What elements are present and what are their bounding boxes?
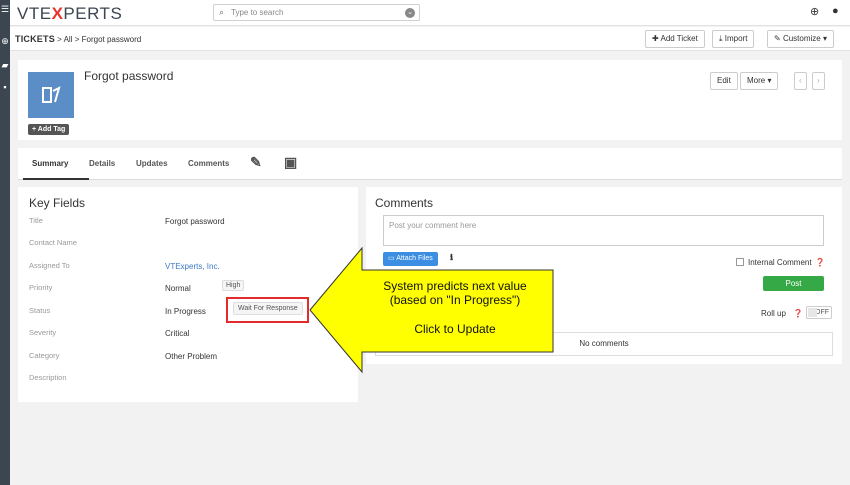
annotation-line2: (based on "In Progress") xyxy=(389,293,521,307)
field-value-severity[interactable]: Critical xyxy=(165,329,189,338)
add-circle-icon[interactable]: ⊕ xyxy=(810,5,819,18)
global-search[interactable]: ⌕ Type to search ⌄ xyxy=(213,4,420,21)
field-row-title: Title Forgot password xyxy=(29,216,225,226)
left-rail: ☰ ⊕ ▰ ▪ xyxy=(0,0,10,485)
caret-down-icon: ▾ xyxy=(765,76,772,85)
field-value-assigned[interactable]: VTExperts, Inc. xyxy=(165,262,220,271)
search-icon: ⌕ xyxy=(219,7,225,17)
edit-button[interactable]: Edit xyxy=(710,72,738,90)
rollup-label: Roll up xyxy=(761,309,786,318)
search-options-icon[interactable]: ⌄ xyxy=(405,8,415,18)
caret-down-icon: ▾ xyxy=(820,34,827,43)
briefcase-icon[interactable]: ▪ xyxy=(0,82,10,92)
logo: VTEXPERTS xyxy=(17,4,123,23)
ticket-icon[interactable]: ▰ xyxy=(0,60,10,71)
user-icon[interactable]: ● xyxy=(832,5,839,17)
field-value-title[interactable]: Forgot password xyxy=(165,217,225,226)
more-button[interactable]: More ▾ xyxy=(740,72,779,90)
ticket-thumbnail xyxy=(28,72,74,118)
breadcrumb-filter[interactable]: All xyxy=(64,35,73,44)
next-record-button[interactable]: › xyxy=(812,72,825,90)
field-value-priority[interactable]: Normal xyxy=(165,284,191,293)
internal-comment-checkbox[interactable] xyxy=(736,258,744,266)
field-value-status[interactable]: In Progress xyxy=(165,307,206,316)
import-button[interactable]: ⤓ Import xyxy=(712,30,755,48)
breadcrumb-record: Forgot password xyxy=(81,35,142,44)
wrench-icon: ✎ xyxy=(774,34,783,43)
breadcrumb: TICKETS > All > Forgot password xyxy=(15,34,142,44)
highlight-box xyxy=(226,297,309,323)
add-ticket-button[interactable]: ✚ Add Ticket xyxy=(645,30,705,48)
field-value-category[interactable]: Other Problem xyxy=(165,352,217,361)
breadcrumb-module[interactable]: TICKETS xyxy=(15,34,55,44)
annotation-line1: System predicts next value xyxy=(383,279,527,293)
priority-suggestion-chip[interactable]: High xyxy=(222,280,245,291)
prev-record-button[interactable]: ‹ xyxy=(794,72,807,90)
annotation-line3: Click to Update xyxy=(414,322,496,336)
menu-icon[interactable]: ☰ xyxy=(0,4,10,15)
tab-briefcase-icon[interactable]: ▣ xyxy=(284,154,297,171)
record-tabs: Summary Details Updates Comments ✎ ▣ xyxy=(18,148,842,180)
post-button[interactable]: Post xyxy=(763,276,824,291)
help-icon[interactable]: ❓ xyxy=(815,258,825,267)
comments-title: Comments xyxy=(375,196,434,210)
tab-summary[interactable]: Summary xyxy=(32,159,68,168)
add-tag-button[interactable]: + Add Tag xyxy=(28,124,70,135)
record-title: Forgot password xyxy=(84,69,174,83)
app-switch-icon[interactable]: ⊕ xyxy=(0,36,10,47)
tab-comments[interactable]: Comments xyxy=(188,159,229,168)
callout-arrow xyxy=(309,246,554,374)
customize-button[interactable]: ✎ Customize ▾ xyxy=(767,30,834,48)
ticket-icon xyxy=(42,86,61,103)
breadcrumb-bar: TICKETS > All > Forgot password ✚ Add Ti… xyxy=(10,27,850,51)
tab-details[interactable]: Details xyxy=(89,159,115,168)
top-header: VTEXPERTS ⌕ Type to search ⌄ ⊕ ● xyxy=(10,0,850,26)
rollup-toggle[interactable]: OFF xyxy=(806,306,832,319)
rollup-help-icon[interactable]: ❓ xyxy=(793,309,803,318)
internal-comment-label: Internal Comment xyxy=(748,258,812,267)
active-tab-indicator xyxy=(23,178,89,180)
record-header: Forgot password + Add Tag Edit More ▾ ‹ … xyxy=(18,60,842,140)
key-fields-title: Key Fields xyxy=(29,196,86,210)
chevron-left-icon: ‹ xyxy=(799,76,802,85)
tab-updates[interactable]: Updates xyxy=(136,159,168,168)
chevron-right-icon: › xyxy=(817,76,820,85)
tab-edit-notes-icon[interactable]: ✎ xyxy=(250,154,262,171)
search-input[interactable]: Type to search xyxy=(231,8,283,17)
